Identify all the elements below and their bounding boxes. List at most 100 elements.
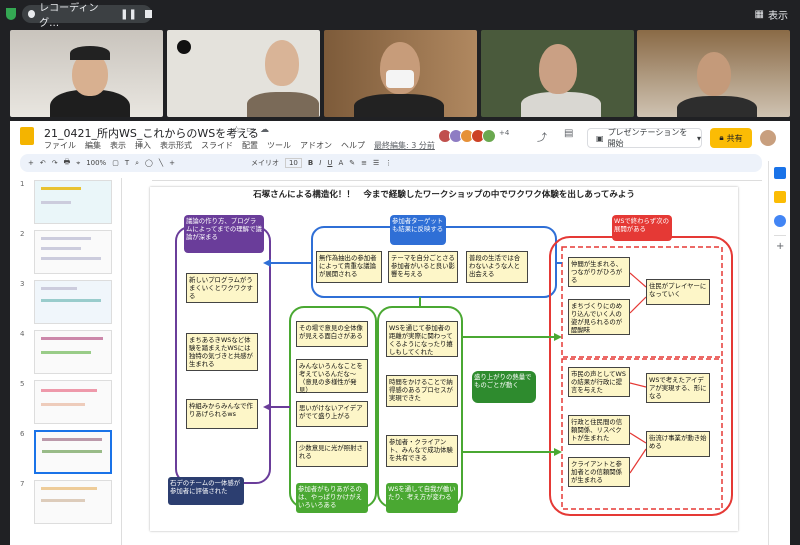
bold-button[interactable]: B [308, 159, 313, 167]
note-box: 参加者・クライアント、みんなで成功体験を共有できる [386, 435, 458, 467]
note-box: WSを通じて参加者の距離が実際に関わってくるようになったり嬉しもしてくれた [386, 321, 458, 357]
note-box: みんないろんなことを考えているんだな～（意見の多様性が発見） [296, 359, 368, 394]
text-color-button[interactable]: A [338, 159, 343, 167]
toolbar: + ↶ ↷ 🖶 ⌖ 100% ▢ T ⌕ ◯ ╲ + メイリオ 10 B I U… [20, 154, 762, 172]
new-slide-button[interactable]: + [28, 159, 34, 167]
note-box: 普段の生活では合わないような人と出会える [466, 251, 528, 283]
recording-pill[interactable]: レコーディング… ❚❚ [22, 3, 152, 29]
participant-video[interactable] [481, 30, 634, 117]
tasks-icon[interactable] [774, 215, 786, 227]
share-label: 共有 [726, 133, 743, 143]
note-box: テーマを自分ごとさる参加者がいると良い影響を与える [388, 251, 458, 283]
print-button[interactable]: 🖶 [64, 158, 71, 169]
italic-button[interactable]: I [319, 159, 321, 167]
participant-video[interactable] [637, 30, 790, 117]
paint-format-button[interactable]: ⌖ [76, 159, 80, 168]
slide-thumbnail[interactable] [34, 280, 112, 324]
slide-thumbnail[interactable] [34, 380, 112, 424]
arrow-red-e [629, 448, 647, 474]
menu-arrange[interactable]: 配置 [242, 140, 258, 151]
slide-thumbnail[interactable] [34, 430, 112, 474]
comment-tool[interactable]: + [169, 159, 175, 167]
slide-thumbnail[interactable] [34, 480, 112, 524]
present-button[interactable]: ▣ プレゼンテーションを開始 ▾ [587, 128, 702, 148]
arrow-red-a [629, 272, 647, 288]
participant-video[interactable] [10, 30, 163, 117]
company-logo [177, 40, 191, 54]
slide-canvas[interactable]: 石塚さんによる構造化！！ 今まで経験したワークショップの中でワクワク体験を出しあ… [150, 187, 738, 531]
font-size[interactable]: 10 [284, 158, 302, 168]
note-box: 枠組みからみんなで作りあげられるws [186, 399, 258, 429]
undo-button[interactable]: ↶ [40, 159, 46, 167]
col2-bottom-note: 参加者がもりあがるのは、やっぱりかけがえいろいろある [296, 483, 368, 513]
slide-thumbnail[interactable] [34, 230, 112, 274]
menu-file[interactable]: ファイル [44, 140, 76, 151]
center-label: 盛り上がりの熱量でものごとが動く [472, 371, 536, 403]
menu-help[interactable]: ヘルプ [341, 140, 365, 151]
note-box: 少数意見に光が照射される [296, 441, 368, 467]
stop-icon[interactable] [144, 10, 152, 18]
more-button[interactable]: ⋮ [385, 159, 392, 167]
slide-number: 7 [20, 480, 25, 488]
slide-thumbnail[interactable] [34, 180, 112, 224]
list-button[interactable]: ☰ [373, 159, 379, 167]
pause-icon[interactable]: ❚❚ [120, 9, 137, 20]
last-edit-link[interactable]: 最終編集: 3 分前 [374, 140, 435, 151]
slide-number: 1 [20, 180, 25, 188]
zoom-select[interactable]: 100% [86, 159, 106, 167]
col3-bottom-note: WSを通して自我が働いたり、考え方が変わる [386, 483, 458, 513]
note-box: 新しいプログラムがうまくいくとワクワクする [186, 273, 258, 303]
image-tool[interactable]: ⌕ [135, 159, 139, 168]
slide-number: 3 [20, 280, 25, 288]
slide-thumbnail[interactable] [34, 330, 112, 374]
lock-icon: 🔒︎ [719, 133, 724, 142]
textbox-tool[interactable]: T [125, 159, 129, 167]
align-button[interactable]: ≡ [361, 159, 367, 167]
doc-title[interactable]: 21_0421_所内WS_これからのWSを考える [44, 125, 259, 141]
avatars-more: +4 [499, 129, 510, 137]
activity-icon[interactable]: ⤴ [537, 129, 547, 144]
arrow-red-b [629, 296, 647, 314]
left-header: 議論の作り方、プログラムによってまでの理解で議論が深まる [184, 215, 264, 253]
keep-icon[interactable] [774, 191, 786, 203]
top-header: 参加者ターゲットも結果に反映する [390, 215, 446, 245]
note-box: その場で意見の全体像が見える面白さがある [296, 321, 368, 347]
select-tool[interactable]: ▢ [112, 159, 119, 167]
note-box: 時間をかけることで納得感のあるプロセスが実現できた [386, 375, 458, 407]
menu-format[interactable]: 表示形式 [160, 140, 192, 151]
cloud-icon: ☁ [260, 125, 269, 135]
share-button[interactable]: 🔒︎ 共有 [710, 128, 752, 148]
participant-video[interactable] [167, 30, 320, 117]
doc-header: 21_0421_所内WS_これからのWSを考える ☆ ▭ ☁ ファイル 編集 表… [10, 121, 790, 153]
avatar[interactable] [760, 130, 776, 146]
avatar [482, 129, 496, 143]
comment-icon[interactable]: ▤ [564, 128, 573, 139]
line-tool[interactable]: ╲ [159, 159, 163, 167]
calendar-icon[interactable] [774, 167, 786, 179]
collaborator-avatars[interactable]: +4 [438, 129, 509, 143]
menu-view[interactable]: 表示 [110, 140, 126, 151]
font-select[interactable]: メイリオ [251, 158, 279, 168]
redo-button[interactable]: ↷ [52, 159, 58, 167]
slides-window: 21_0421_所内WS_これからのWSを考える ☆ ▭ ☁ ファイル 編集 表… [10, 121, 790, 545]
plus-icon[interactable]: + [776, 241, 784, 252]
menu-addons[interactable]: アドオン [300, 140, 332, 151]
menu-tools[interactable]: ツール [267, 140, 291, 151]
left-bottom-note: 石デのチームの一体感が参加者に評価された [168, 477, 244, 505]
highlight-button[interactable]: ✎ [349, 159, 355, 167]
note-box: 市民の声としてWSの結果が行政に提言を与えた [568, 367, 630, 397]
menu-slide[interactable]: スライド [201, 140, 233, 151]
slides-logo-icon[interactable] [20, 127, 34, 145]
ruler[interactable] [152, 174, 762, 181]
recording-label: レコーディング… [39, 3, 99, 29]
underline-button[interactable]: U [327, 159, 332, 167]
view-button[interactable]: ▦ 表示 [755, 7, 788, 22]
shape-tool[interactable]: ◯ [145, 159, 153, 167]
participant-video[interactable] [324, 30, 477, 117]
folder-icon[interactable]: ▭ [246, 125, 255, 135]
menu-insert[interactable]: 挿入 [135, 140, 151, 151]
recording-bar: レコーディング… ❚❚ ▦ 表示 [0, 0, 800, 29]
shield-icon [6, 8, 16, 20]
menu-edit[interactable]: 編集 [85, 140, 101, 151]
star-icon[interactable]: ☆ [232, 125, 241, 136]
